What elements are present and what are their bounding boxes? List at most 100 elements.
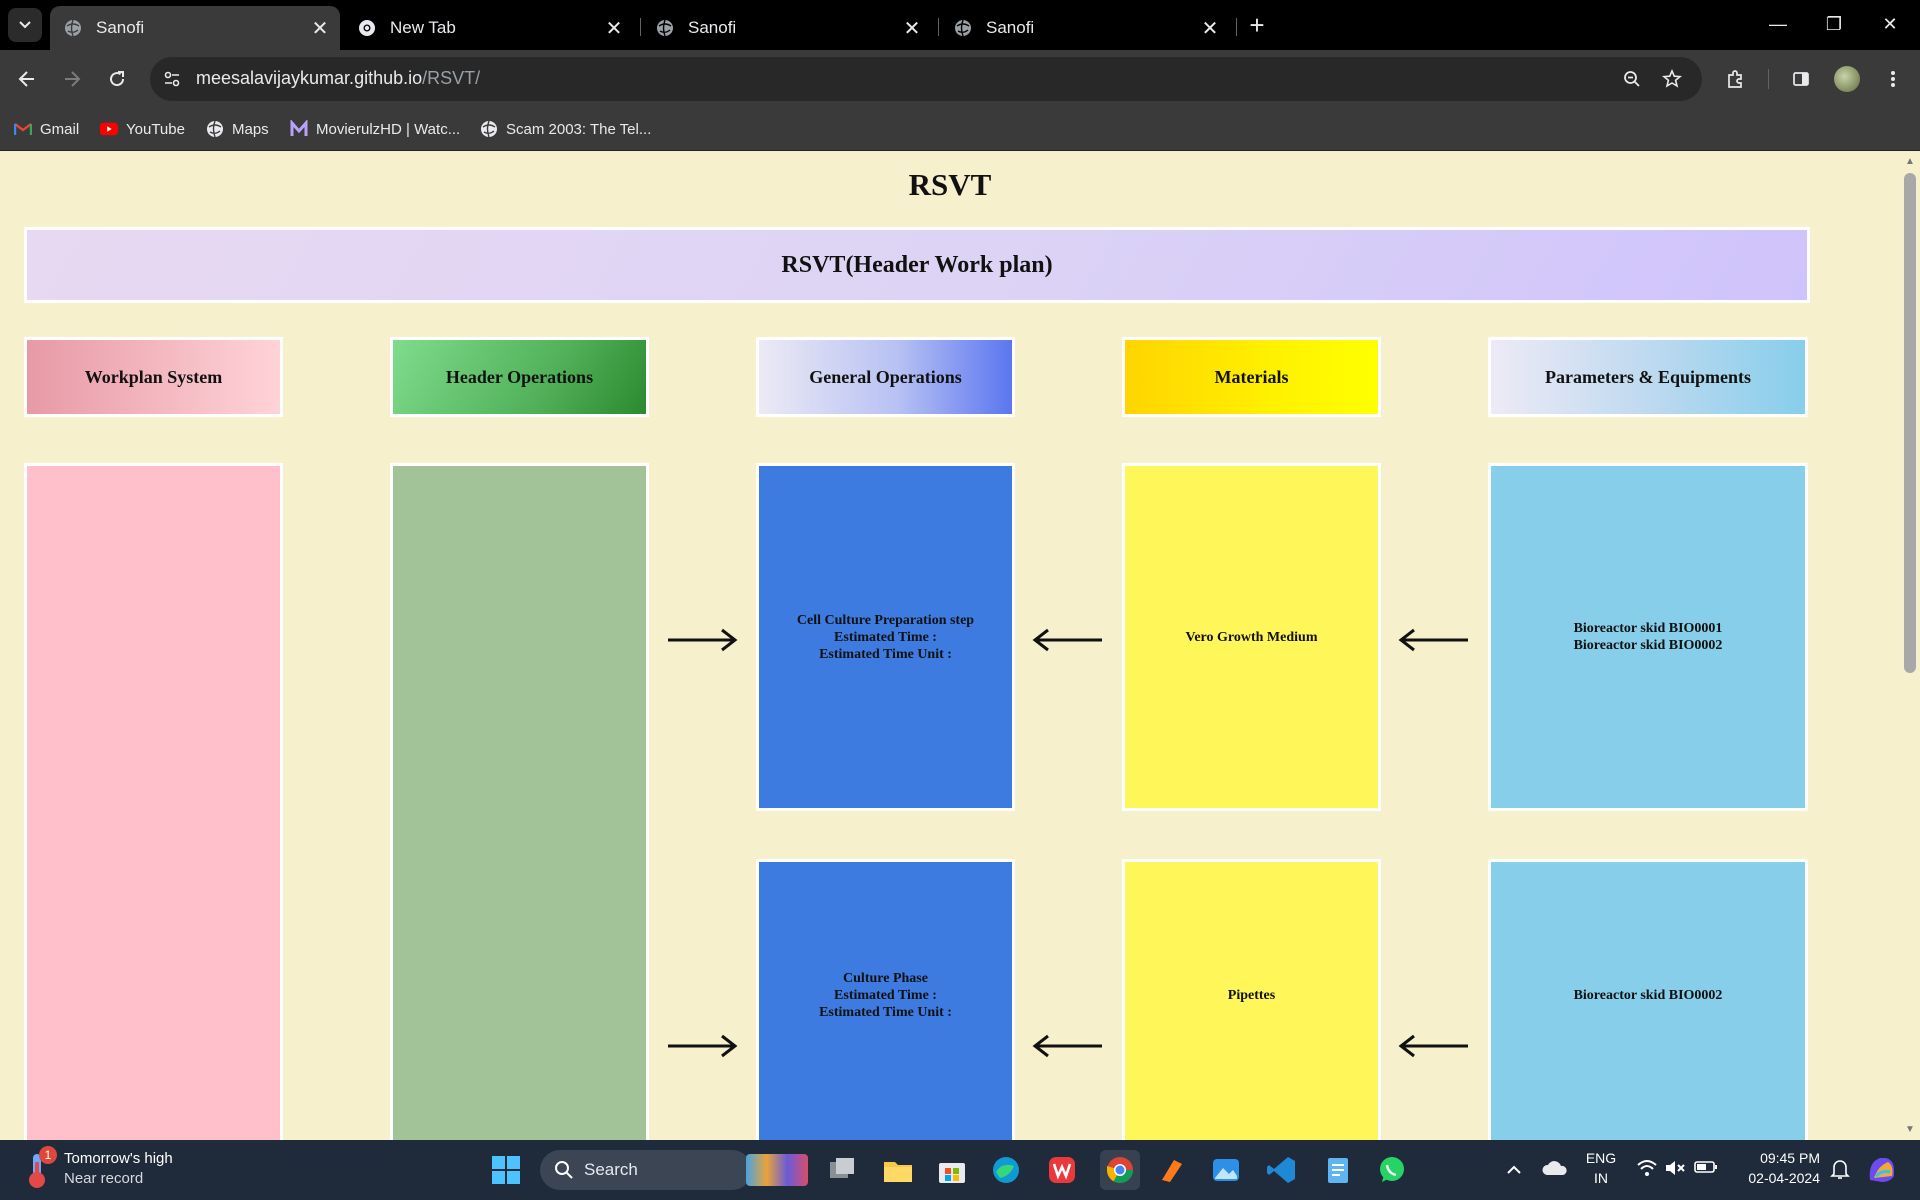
side-panel-button[interactable] <box>1784 62 1818 96</box>
chevron-down-icon <box>19 21 31 29</box>
kebab-menu-icon <box>1891 71 1895 87</box>
notifications-icon[interactable] <box>1830 1158 1854 1182</box>
estimated-time-unit-label: Estimated Time Unit : <box>819 646 952 662</box>
onedrive-icon[interactable] <box>1542 1160 1568 1180</box>
postman-icon[interactable] <box>1156 1154 1188 1186</box>
toolbar-divider <box>1768 69 1769 89</box>
volume-muted-icon[interactable] <box>1664 1158 1686 1180</box>
bookmark-gmail[interactable]: Gmail <box>14 116 79 142</box>
side-panel-icon <box>1793 72 1809 86</box>
scroll-down-icon[interactable]: ▼ <box>1904 1123 1916 1135</box>
reload-icon <box>110 71 125 87</box>
operation-name: Cell Culture Preparation step <box>796 612 975 628</box>
battery-icon[interactable] <box>1694 1160 1718 1178</box>
bookmark-maps[interactable]: Maps <box>206 116 269 142</box>
youtube-icon <box>100 120 118 138</box>
photos-icon[interactable] <box>1210 1154 1242 1186</box>
search-label: Search <box>584 1160 638 1179</box>
taskbar-search[interactable]: Search <box>540 1150 752 1190</box>
close-icon[interactable]: ✕ <box>306 14 334 42</box>
restore-button[interactable]: ❐ <box>1806 6 1862 42</box>
equipment-name: Bioreactor skid BIO0002 <box>1573 987 1723 1003</box>
close-icon: ✕ <box>1882 13 1898 34</box>
chrome-taskbar-icon[interactable] <box>1100 1150 1140 1190</box>
equipment-card: Bioreactor skid BIO0001 Bioreactor skid … <box>1488 463 1808 811</box>
start-button[interactable] <box>490 1154 522 1186</box>
page-scrollbar[interactable]: ▲ ▼ <box>1900 151 1920 1140</box>
minimize-button[interactable]: — <box>1750 6 1806 42</box>
scrollbar-thumb[interactable] <box>1904 173 1916 673</box>
tab-title: Sanofi <box>688 18 737 37</box>
column-header-parameters-equipments: Parameters & Equipments <box>1488 337 1808 417</box>
close-window-button[interactable]: ✕ <box>1862 6 1918 42</box>
notepad-icon[interactable] <box>1322 1154 1354 1186</box>
tab-search-button[interactable] <box>8 8 42 42</box>
material-name: Vero Growth Medium <box>1185 629 1318 645</box>
weather-subtitle: Near record <box>64 1170 144 1187</box>
column-header-workplan-system: Workplan System <box>24 337 283 417</box>
tab-sanofi-active[interactable]: Sanofi ✕ <box>50 6 340 50</box>
left-arrow-icon <box>1032 628 1102 652</box>
tab-separator <box>640 18 641 36</box>
tab-sanofi[interactable]: Sanofi ✕ <box>940 6 1230 50</box>
new-tab-button[interactable]: + <box>1242 10 1272 40</box>
page-title: RSVT <box>908 167 992 202</box>
microsoft-store-icon[interactable] <box>936 1154 968 1186</box>
close-icon[interactable]: ✕ <box>1196 14 1224 42</box>
bookmark-movierulz[interactable]: MovierulzHD | Watc... <box>290 116 460 142</box>
browser-toolbar: meesalavijaykumar.github.io/RSVT/ <box>0 50 1920 108</box>
operation-text: Culture Phase Estimated Time : Estimated… <box>819 970 952 1021</box>
weather-badge: 1 <box>39 1146 57 1164</box>
site-info-icon[interactable] <box>160 67 184 91</box>
equipment-card: Bioreactor skid BIO0002 <box>1488 859 1808 1140</box>
tab-sanofi[interactable]: Sanofi ✕ <box>642 6 932 50</box>
profile-avatar[interactable] <box>1834 66 1860 92</box>
gmail-icon <box>14 120 32 138</box>
url-host: meesalavijaykumar.github.io <box>196 68 423 88</box>
chevron-up-icon[interactable] <box>1502 1158 1526 1182</box>
bookmark-scam-2003[interactable]: Scam 2003: The Tel... <box>480 116 651 142</box>
operation-text: Cell Culture Preparation step Estimated … <box>797 612 974 663</box>
weather-widget[interactable]: 1 Tomorrow's high Near record <box>22 1146 222 1192</box>
whatsapp-icon[interactable] <box>1376 1154 1408 1186</box>
material-name: Pipettes <box>1227 987 1276 1003</box>
clock[interactable]: 09:45 PM 02-04-2024 <box>1730 1148 1820 1192</box>
minimize-icon: — <box>1769 13 1787 34</box>
forward-button[interactable] <box>55 62 89 96</box>
left-arrow-icon <box>1032 1034 1102 1058</box>
close-icon[interactable]: ✕ <box>898 14 926 42</box>
header-work-plan-banner: RSVT(Header Work plan) <box>24 227 1810 303</box>
extensions-button[interactable] <box>1718 62 1752 96</box>
tab-new-tab[interactable]: New Tab ✕ <box>344 6 634 50</box>
wifi-icon[interactable] <box>1636 1158 1658 1180</box>
material-card: Vero Growth Medium <box>1122 463 1381 811</box>
bookmark-youtube[interactable]: YouTube <box>100 116 185 142</box>
edge-icon[interactable] <box>990 1154 1022 1186</box>
tab-separator <box>1236 18 1237 36</box>
copilot-icon[interactable] <box>1864 1152 1900 1188</box>
left-arrow-icon <box>1398 1034 1468 1058</box>
task-view-icon[interactable] <box>826 1154 858 1186</box>
close-icon[interactable]: ✕ <box>600 14 628 42</box>
tab-title: New Tab <box>390 18 456 37</box>
scroll-up-icon[interactable]: ▲ <box>1904 155 1916 167</box>
estimated-time-label: Estimated Time : <box>834 629 937 645</box>
weather-title: Tomorrow's high <box>64 1150 173 1167</box>
search-highlight-image <box>746 1154 808 1186</box>
operation-name: Culture Phase <box>843 970 928 986</box>
back-button[interactable] <box>10 62 44 96</box>
reload-button[interactable] <box>100 62 134 96</box>
bookmark-label: MovierulzHD | Watc... <box>316 120 461 138</box>
language-indicator[interactable]: ENG IN <box>1580 1148 1622 1192</box>
bookmark-star-icon[interactable] <box>1660 67 1684 91</box>
right-arrow-icon <box>668 628 738 652</box>
file-explorer-icon[interactable] <box>882 1154 914 1186</box>
vscode-icon[interactable] <box>1266 1154 1298 1186</box>
wps-office-icon[interactable] <box>1046 1154 1078 1186</box>
operation-card: Cell Culture Preparation step Estimated … <box>756 463 1015 811</box>
address-bar[interactable]: meesalavijaykumar.github.io/RSVT/ <box>150 57 1702 101</box>
browser-menu-button[interactable] <box>1876 62 1910 96</box>
zoom-icon[interactable] <box>1620 67 1644 91</box>
right-arrow-icon <box>668 1034 738 1058</box>
left-arrow-icon <box>1398 628 1468 652</box>
